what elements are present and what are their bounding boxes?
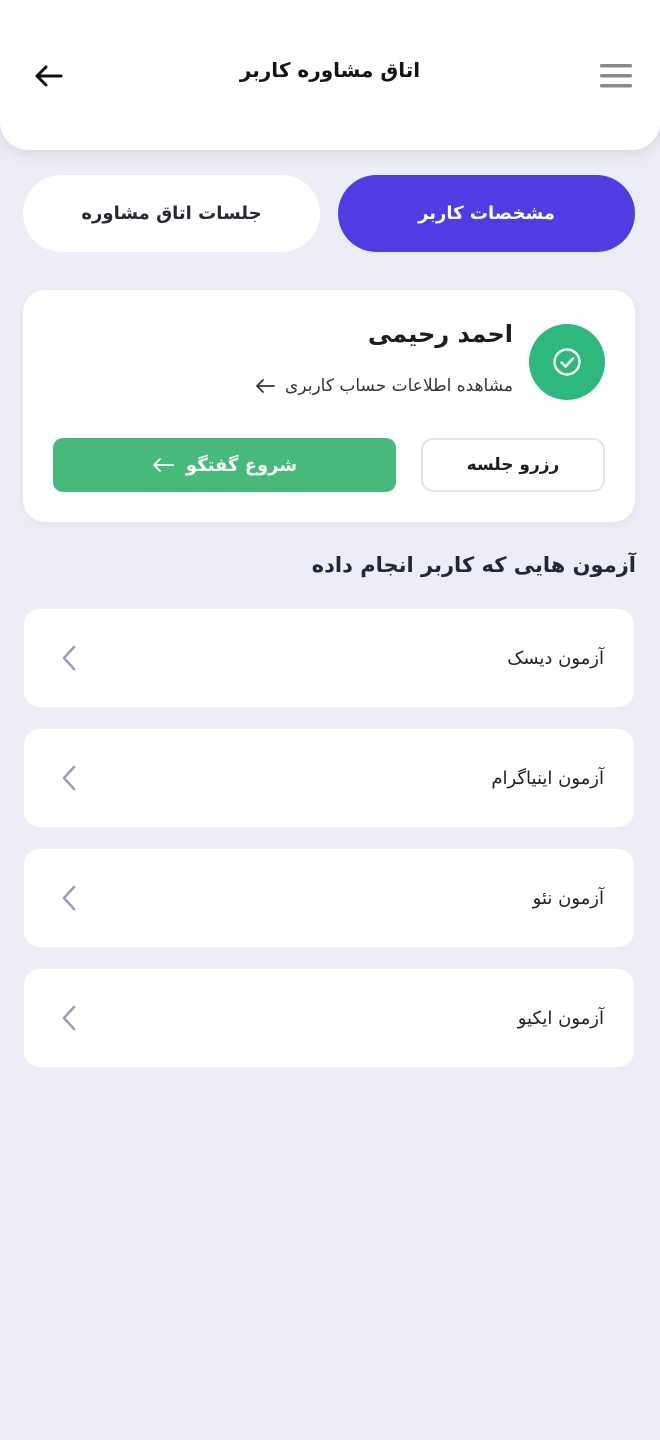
hamburger-menu-icon bbox=[600, 64, 632, 88]
tab-label: جلسات اتاق مشاوره bbox=[81, 203, 262, 224]
tests-section-title: آزمون هایی که کاربر انجام داده bbox=[311, 553, 636, 577]
view-account-label: مشاهده اطلاعات حساب کاربری bbox=[285, 376, 513, 396]
tab-label: مشخصات کاربر bbox=[418, 203, 555, 224]
list-item-test-iq[interactable]: آزمون ایکیو bbox=[24, 969, 634, 1067]
list-item-test-disc[interactable]: آزمون دیسک bbox=[24, 609, 634, 707]
list-item-label: آزمون ایکیو bbox=[517, 1007, 604, 1029]
chevron-left-icon bbox=[62, 1005, 76, 1031]
verified-badge bbox=[529, 324, 605, 400]
chevron-left-icon bbox=[62, 765, 76, 791]
start-chat-label: شروع گفتگو bbox=[185, 454, 298, 476]
tab-user-profile[interactable]: مشخصات کاربر bbox=[338, 175, 635, 252]
chevron-left-icon bbox=[62, 645, 76, 671]
top-header: اتاق مشاوره کاربر bbox=[0, 0, 660, 150]
tab-consultation-sessions[interactable]: جلسات اتاق مشاوره bbox=[23, 175, 320, 252]
view-account-link[interactable]: مشاهده اطلاعات حساب کاربری bbox=[255, 376, 513, 396]
menu-button[interactable] bbox=[598, 58, 634, 94]
arrow-left-icon bbox=[256, 379, 275, 393]
list-item-test-neo[interactable]: آزمون نئو bbox=[24, 849, 634, 947]
list-item-label: آزمون نئو bbox=[532, 887, 604, 909]
check-circle-icon bbox=[553, 348, 581, 376]
app-screen: اتاق مشاوره کاربر مشخصات کاربر جلسات اتا… bbox=[0, 0, 660, 1440]
user-name: احمد رحیمی bbox=[367, 320, 513, 348]
chevron-left-icon bbox=[62, 885, 76, 911]
list-item-label: آزمون اینیاگرام bbox=[491, 767, 604, 789]
list-item-test-enneagram[interactable]: آزمون اینیاگرام bbox=[24, 729, 634, 827]
start-chat-button[interactable]: شروع گفتگو bbox=[53, 438, 396, 492]
list-item-label: آزمون دیسک bbox=[507, 647, 604, 669]
page-title: اتاق مشاوره کاربر bbox=[239, 58, 421, 82]
reserve-session-button[interactable]: رزرو جلسه bbox=[421, 438, 605, 492]
reserve-session-label: رزرو جلسه bbox=[466, 455, 560, 475]
user-card: احمد رحیمی مشاهده اطلاعات حساب کاربری رز… bbox=[23, 290, 635, 522]
arrow-left-icon bbox=[153, 458, 174, 472]
